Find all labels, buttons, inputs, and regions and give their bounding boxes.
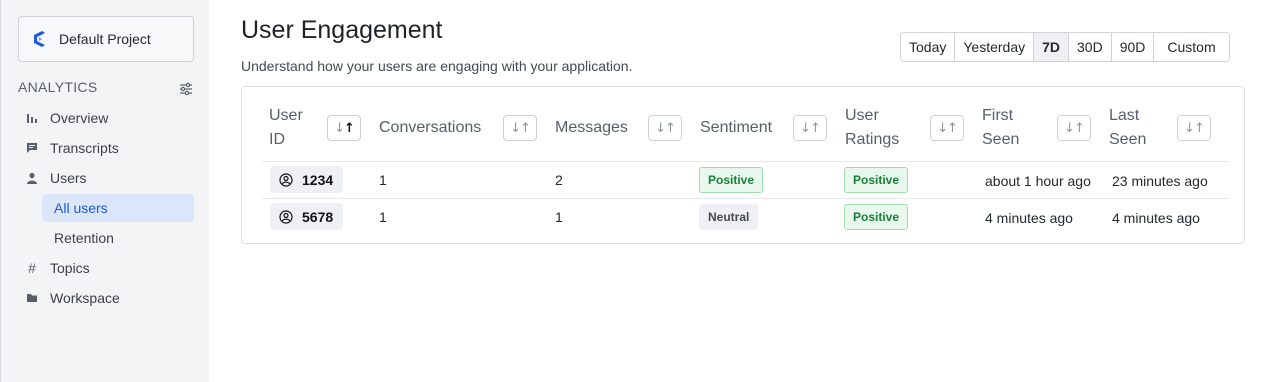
header-line: Ratings [845,131,900,148]
row-divider [262,198,1228,199]
sort-messages-button[interactable]: ↓↑ [648,115,682,141]
page-title: User Engagement [241,16,443,44]
sort-arrows-icon: ↓↑ [655,120,676,136]
sentiment-badge: Neutral [699,204,759,230]
sort-arrows-icon: ↓↑ [334,120,355,136]
sidebar-item-label: Overview [50,110,109,126]
sort-first-seen-button[interactable]: ↓↑ [1057,115,1091,141]
user-id-text: 1234 [302,171,334,188]
sidebar-item-workspace[interactable]: Workspace [25,285,120,311]
last-seen-cell: 4 minutes ago [1112,210,1200,226]
user-circle-icon [279,172,293,187]
sidebar: Default Project ANALYTICS Overview Trans… [0,0,209,382]
project-selector[interactable]: Default Project [18,16,194,62]
sliders-icon[interactable] [179,82,193,96]
first-seen-cell: 4 minutes ago [985,210,1073,226]
sidebar-item-topics[interactable]: # Topics [25,255,90,281]
header-line: User [845,107,879,124]
header-line: ID [269,131,285,148]
range-30d-button[interactable]: 30D [1069,33,1112,61]
user-circle-icon [279,209,293,224]
bar-chart-icon [25,111,39,125]
column-header-sentiment: Sentiment [700,116,772,140]
hash-icon: # [28,260,36,276]
folder-icon [25,291,39,305]
header-line: Sentiment [700,119,773,136]
column-header-last-seen: Last Seen [1109,104,1146,152]
sidebar-subitem-all-users[interactable]: All users [42,194,194,222]
page-subtitle: Understand how your users are engaging w… [241,58,633,74]
header-line: Messages [555,119,628,136]
column-header-user-ratings: User Ratings [845,104,899,152]
rating-badge: Positive [844,204,909,230]
conversations-cell: 1 [379,172,387,188]
user-id-text: 5678 [302,208,334,225]
sort-arrows-icon: ↓↑ [800,120,821,136]
range-today-button[interactable]: Today [901,33,956,61]
sidebar-subitem-label: All users [54,200,108,216]
header-line: First [982,107,1014,124]
last-seen-cell: 23 minutes ago [1112,173,1208,189]
range-custom-button[interactable]: Custom [1154,33,1229,61]
range-7d-button[interactable]: 7D [1034,33,1070,61]
sidebar-item-label: Transcripts [50,140,119,156]
sort-arrows-icon: ↓↑ [1184,120,1205,136]
user-id-chip[interactable]: 5678 [270,203,344,230]
sort-arrows-icon: ↓↑ [937,120,958,136]
sentiment-badge: Positive [699,167,764,193]
header-line: Seen [1109,131,1147,148]
messages-cell: 2 [555,172,563,188]
sort-last-seen-button[interactable]: ↓↑ [1177,115,1211,141]
column-header-first-seen: First Seen [982,104,1019,152]
sidebar-item-users[interactable]: Users [25,165,87,191]
sort-arrows-icon: ↓↑ [510,120,531,136]
messages-cell: 1 [555,209,563,225]
rating-badge: Positive [844,167,909,193]
column-header-conversations: Conversations [379,116,481,140]
analytics-section-title: ANALYTICS [18,79,98,95]
sort-sentiment-button[interactable]: ↓↑ [793,115,827,141]
header-divider [262,161,1228,162]
sidebar-item-transcripts[interactable]: Transcripts [25,135,119,161]
header-line: Conversations [379,119,482,136]
chat-icon [25,141,39,155]
first-seen-cell: about 1 hour ago [985,173,1091,189]
column-header-messages: Messages [555,116,628,140]
sort-user-ratings-button[interactable]: ↓↑ [930,115,964,141]
sidebar-item-label: Topics [50,260,90,276]
sidebar-item-label: Workspace [50,290,120,306]
date-range-selector: Today Yesterday 7D 30D 90D Custom [900,32,1230,62]
sidebar-item-overview[interactable]: Overview [25,105,108,131]
project-logo-icon [31,29,47,49]
range-90d-button[interactable]: 90D [1111,33,1155,61]
range-yesterday-button[interactable]: Yesterday [955,33,1035,61]
header-line: Last [1109,107,1140,124]
sort-arrows-icon: ↓↑ [1064,120,1085,136]
user-id-chip[interactable]: 1234 [270,166,344,193]
header-line: Seen [982,131,1020,148]
conversations-cell: 1 [379,209,387,225]
sidebar-subitem-retention[interactable]: Retention [42,224,194,252]
header-line: User [269,107,303,124]
sidebar-item-label: Users [50,170,87,186]
column-header-user-id: User ID [269,104,303,152]
sort-conversations-button[interactable]: ↓↑ [503,115,537,141]
sort-user-id-button[interactable]: ↓↑ [327,115,361,141]
user-icon [25,171,39,185]
sidebar-subitem-label: Retention [54,230,114,246]
project-name: Default Project [59,31,151,47]
